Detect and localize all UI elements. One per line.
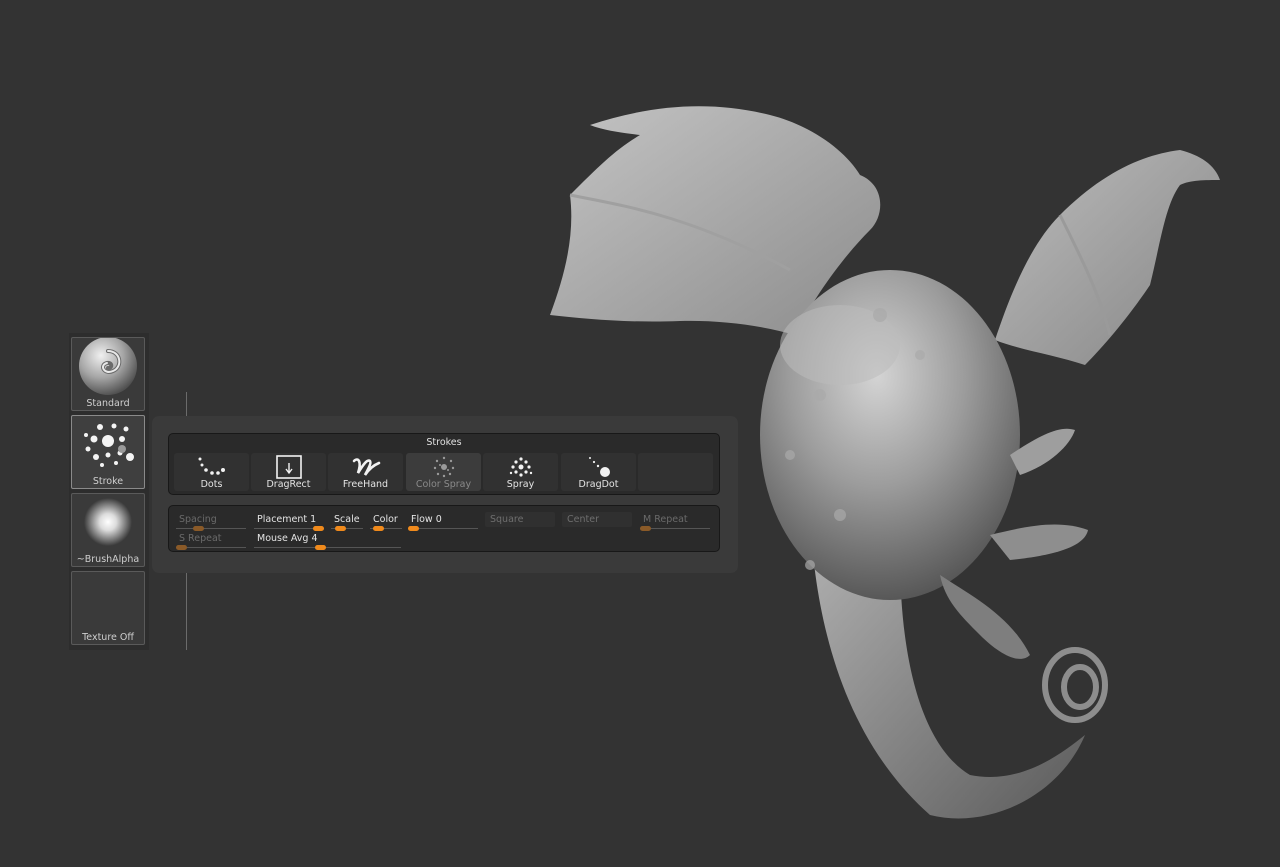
texture-off-button[interactable]: Texture Off bbox=[71, 571, 145, 645]
mouse-avg-slider[interactable]: Mouse Avg 4 bbox=[254, 532, 401, 550]
flow-knob[interactable] bbox=[408, 526, 419, 531]
dragrect-icon bbox=[251, 455, 326, 479]
scale-knob[interactable] bbox=[335, 526, 346, 531]
brush-shelf: Standard Stroke ~BrushAlpha Texture Off bbox=[69, 333, 149, 650]
mouse-avg-value: 4 bbox=[311, 533, 318, 544]
flow-slider[interactable]: Flow 0 bbox=[408, 513, 478, 531]
standard-brush-button[interactable]: Standard bbox=[71, 337, 145, 411]
spacing-slider[interactable]: Spacing bbox=[176, 513, 246, 531]
scale-label: Scale bbox=[334, 514, 360, 525]
texture-off-label: Texture Off bbox=[82, 632, 134, 643]
spacing-track bbox=[176, 528, 246, 529]
dots-icon bbox=[174, 455, 249, 479]
standard-brush-icon bbox=[72, 338, 144, 395]
color-slider[interactable]: Color bbox=[370, 513, 402, 531]
color-spray-icon bbox=[406, 455, 481, 479]
s-repeat-label: S Repeat bbox=[179, 533, 222, 544]
placement-value: 1 bbox=[310, 514, 317, 525]
stroke-dots-icon bbox=[72, 416, 144, 472]
brush-alpha-button[interactable]: ~BrushAlpha bbox=[71, 493, 145, 567]
mouse-avg-label: Mouse Avg 4 bbox=[257, 533, 318, 544]
s-repeat-knob[interactable] bbox=[176, 545, 187, 550]
color-knob[interactable] bbox=[373, 526, 384, 531]
stroke-dots-button[interactable]: Dots bbox=[174, 453, 249, 491]
brush-alpha-label: ~BrushAlpha bbox=[76, 554, 140, 565]
s-repeat-slider[interactable]: S Repeat bbox=[176, 532, 246, 550]
placement-label: Placement 1 bbox=[257, 514, 317, 525]
placement-slider[interactable]: Placement 1 bbox=[254, 513, 324, 531]
scale-slider[interactable]: Scale bbox=[331, 513, 363, 531]
standard-brush-label: Standard bbox=[86, 398, 130, 409]
mouse-avg-track bbox=[254, 547, 401, 548]
stroke-button[interactable]: Stroke bbox=[71, 415, 145, 489]
stroke-color-spray-label: Color Spray bbox=[415, 479, 472, 490]
brush-alpha-icon bbox=[72, 494, 144, 550]
mouse-avg-knob[interactable] bbox=[315, 545, 326, 550]
dragon-model[interactable] bbox=[540, 95, 1230, 835]
spacing-knob[interactable] bbox=[193, 526, 204, 531]
flow-label: Flow 0 bbox=[411, 514, 442, 525]
flow-value: 0 bbox=[435, 514, 442, 525]
stroke-color-spray-button[interactable]: Color Spray bbox=[406, 453, 481, 491]
stroke-dragrect-label: DragRect bbox=[266, 479, 311, 490]
stroke-dots-label: Dots bbox=[200, 479, 223, 490]
freehand-icon bbox=[328, 455, 403, 479]
stroke-freehand-label: FreeHand bbox=[342, 479, 389, 490]
placement-knob[interactable] bbox=[313, 526, 324, 531]
stroke-dragrect-button[interactable]: DragRect bbox=[251, 453, 326, 491]
spacing-label: Spacing bbox=[179, 514, 217, 525]
square-label: Square bbox=[490, 514, 524, 525]
stroke-label: Stroke bbox=[92, 476, 124, 487]
stroke-freehand-button[interactable]: FreeHand bbox=[328, 453, 403, 491]
texture-off-icon bbox=[72, 572, 144, 628]
color-label: Color bbox=[373, 514, 398, 525]
